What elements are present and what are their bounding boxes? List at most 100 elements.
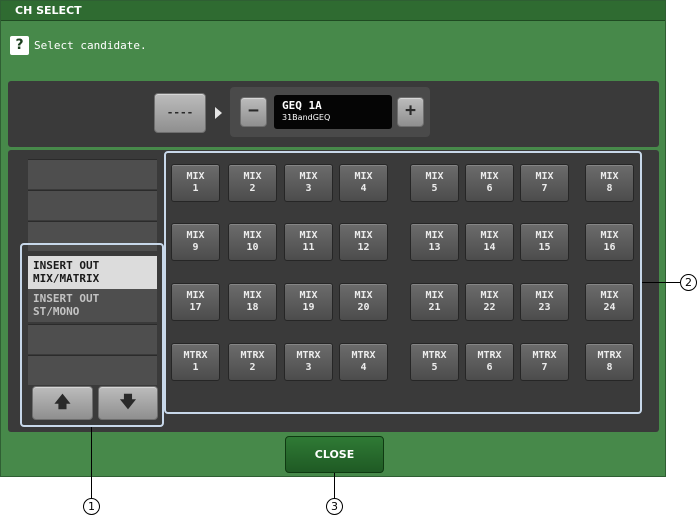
arrow-right-icon bbox=[215, 107, 222, 119]
channel-button-mtrx-4[interactable]: MTRX 4 bbox=[339, 343, 388, 381]
channel-type: MIX bbox=[535, 171, 554, 182]
channel-number: 4 bbox=[360, 362, 367, 373]
channel-button-mix-3[interactable]: MIX 3 bbox=[284, 164, 333, 202]
channel-number: 7 bbox=[541, 362, 548, 373]
channel-type: MIX bbox=[299, 290, 318, 301]
channel-button-mix-6[interactable]: MIX 6 bbox=[465, 164, 514, 202]
channel-button-mix-22[interactable]: MIX 22 bbox=[465, 283, 514, 321]
empty-slot bbox=[28, 159, 157, 189]
callout-2: 2 bbox=[680, 274, 697, 291]
channel-button-mix-23[interactable]: MIX 23 bbox=[520, 283, 569, 321]
channel-type: MTRX bbox=[532, 350, 557, 361]
geq-name: GEQ 1A bbox=[282, 99, 322, 112]
channel-button-mtrx-1[interactable]: MTRX 1 bbox=[171, 343, 220, 381]
plus-button[interactable]: + bbox=[397, 97, 424, 127]
channel-number: 8 bbox=[606, 183, 613, 194]
callout-line-1 bbox=[91, 427, 92, 499]
channel-button-mix-24[interactable]: MIX 24 bbox=[585, 283, 634, 321]
channel-number: 2 bbox=[249, 183, 256, 194]
channel-type: MIX bbox=[600, 171, 619, 182]
channel-button-mix-20[interactable]: MIX 20 bbox=[339, 283, 388, 321]
channel-button-mtrx-7[interactable]: MTRX 7 bbox=[520, 343, 569, 381]
channel-button-mix-21[interactable]: MIX 21 bbox=[410, 283, 459, 321]
channel-button-mix-12[interactable]: MIX 12 bbox=[339, 223, 388, 261]
channel-button-mix-2[interactable]: MIX 2 bbox=[228, 164, 277, 202]
channel-number: 5 bbox=[431, 362, 438, 373]
channel-button-mix-5[interactable]: MIX 5 bbox=[410, 164, 459, 202]
channel-number: 4 bbox=[360, 183, 367, 194]
channel-number: 1 bbox=[192, 362, 199, 373]
channel-number: 23 bbox=[538, 302, 551, 313]
channel-type: MTRX bbox=[597, 350, 622, 361]
channel-type: MIX bbox=[243, 171, 262, 182]
channel-button-mix-18[interactable]: MIX 18 bbox=[228, 283, 277, 321]
channel-button-mix-15[interactable]: MIX 15 bbox=[520, 223, 569, 261]
channel-type: MIX bbox=[243, 290, 262, 301]
channel-button-mix-1[interactable]: MIX 1 bbox=[171, 164, 220, 202]
channel-number: 6 bbox=[486, 183, 493, 194]
channel-number: 10 bbox=[246, 242, 259, 253]
channel-button-mix-9[interactable]: MIX 9 bbox=[171, 223, 220, 261]
channel-type: MIX bbox=[186, 171, 205, 182]
channel-type: MIX bbox=[600, 290, 619, 301]
channel-type: MIX bbox=[299, 230, 318, 241]
channel-type: MTRX bbox=[183, 350, 208, 361]
channel-button-mix-8[interactable]: MIX 8 bbox=[585, 164, 634, 202]
callout-line-3 bbox=[334, 473, 335, 499]
channel-number: 3 bbox=[305, 183, 312, 194]
minus-button[interactable]: − bbox=[240, 97, 267, 127]
channel-number: 16 bbox=[603, 242, 616, 253]
dash-button[interactable]: ---- bbox=[154, 93, 206, 133]
channel-type: MIX bbox=[299, 171, 318, 182]
close-button[interactable]: CLOSE bbox=[285, 436, 384, 473]
channel-number: 18 bbox=[246, 302, 259, 313]
channel-button-mix-13[interactable]: MIX 13 bbox=[410, 223, 459, 261]
channel-button-mtrx-2[interactable]: MTRX 2 bbox=[228, 343, 277, 381]
channel-number: 17 bbox=[189, 302, 202, 313]
channel-number: 14 bbox=[483, 242, 496, 253]
channel-button-mix-7[interactable]: MIX 7 bbox=[520, 164, 569, 202]
channel-button-mtrx-5[interactable]: MTRX 5 bbox=[410, 343, 459, 381]
callout-1: 1 bbox=[83, 498, 100, 515]
channel-type: MIX bbox=[480, 290, 499, 301]
channel-number: 6 bbox=[486, 362, 493, 373]
callout-line-2 bbox=[642, 282, 680, 283]
help-icon[interactable]: ? bbox=[10, 36, 29, 55]
channel-type: MIX bbox=[354, 290, 373, 301]
channel-number: 13 bbox=[428, 242, 441, 253]
channel-number: 9 bbox=[192, 242, 199, 253]
channel-button-mix-11[interactable]: MIX 11 bbox=[284, 223, 333, 261]
channel-type: MIX bbox=[425, 230, 444, 241]
empty-slot bbox=[28, 190, 157, 220]
channel-type: MIX bbox=[243, 230, 262, 241]
channel-type: MIX bbox=[535, 290, 554, 301]
channel-number: 22 bbox=[483, 302, 496, 313]
channel-button-mix-17[interactable]: MIX 17 bbox=[171, 283, 220, 321]
callout-3: 3 bbox=[326, 498, 343, 515]
channel-type: MIX bbox=[186, 230, 205, 241]
channel-type: MIX bbox=[600, 230, 619, 241]
channel-button-mix-16[interactable]: MIX 16 bbox=[585, 223, 634, 261]
geq-type: 31BandGEQ bbox=[282, 113, 331, 122]
channel-button-mtrx-6[interactable]: MTRX 6 bbox=[465, 343, 514, 381]
channel-number: 12 bbox=[357, 242, 370, 253]
channel-button-mix-19[interactable]: MIX 19 bbox=[284, 283, 333, 321]
category-list-frame bbox=[20, 243, 164, 427]
channel-button-mix-14[interactable]: MIX 14 bbox=[465, 223, 514, 261]
channel-type: MIX bbox=[425, 290, 444, 301]
channel-type: MIX bbox=[186, 290, 205, 301]
geq-display: GEQ 1A 31BandGEQ bbox=[274, 95, 392, 129]
dialog-title: CH SELECT bbox=[15, 4, 82, 17]
channel-button-mtrx-8[interactable]: MTRX 8 bbox=[585, 343, 634, 381]
channel-number: 5 bbox=[431, 183, 438, 194]
channel-button-mix-4[interactable]: MIX 4 bbox=[339, 164, 388, 202]
channel-type: MTRX bbox=[296, 350, 321, 361]
channel-type: MIX bbox=[480, 230, 499, 241]
prompt-text: Select candidate. bbox=[34, 39, 147, 52]
channel-number: 8 bbox=[606, 362, 613, 373]
channel-number: 11 bbox=[302, 242, 315, 253]
channel-button-mix-10[interactable]: MIX 10 bbox=[228, 223, 277, 261]
channel-number: 2 bbox=[249, 362, 256, 373]
channel-number: 20 bbox=[357, 302, 370, 313]
channel-button-mtrx-3[interactable]: MTRX 3 bbox=[284, 343, 333, 381]
